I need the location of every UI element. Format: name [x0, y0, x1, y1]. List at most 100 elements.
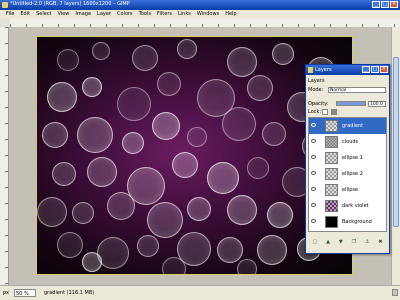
- delete-layer-icon[interactable]: ✖: [378, 239, 382, 245]
- bokeh-circle: [272, 43, 294, 65]
- close-button[interactable]: ×: [390, 1, 398, 8]
- menu-select[interactable]: Select: [36, 10, 51, 19]
- mode-label: Mode:: [308, 87, 324, 93]
- visibility-eye-icon[interactable]: [311, 123, 316, 127]
- menu-file[interactable]: File: [6, 10, 14, 19]
- menu-links[interactable]: Links: [178, 10, 191, 19]
- status-bar: px 50 % gradient (116.1 MB): [0, 285, 400, 300]
- visibility-eye-icon[interactable]: [311, 187, 316, 191]
- menu-filters[interactable]: Filters: [157, 10, 172, 19]
- bokeh-circle: [52, 162, 76, 186]
- visibility-eye-icon[interactable]: [311, 203, 316, 207]
- dock-close-button[interactable]: ×: [380, 66, 388, 73]
- bokeh-circle: [132, 45, 158, 71]
- bokeh-circle: [217, 237, 243, 263]
- visibility-eye-icon[interactable]: [311, 171, 316, 175]
- vertical-ruler[interactable]: [0, 27, 9, 285]
- layer-thumbnail: [325, 120, 338, 132]
- bokeh-circle: [152, 112, 180, 140]
- minimize-button[interactable]: _: [372, 1, 380, 8]
- bokeh-circle: [207, 162, 239, 194]
- vertical-scrollbar[interactable]: [391, 27, 400, 285]
- bokeh-circle: [262, 122, 286, 146]
- zoom-selector[interactable]: 50 %: [14, 289, 36, 297]
- duplicate-layer-icon[interactable]: ❐: [352, 239, 356, 245]
- opacity-input[interactable]: 100.0: [368, 101, 386, 107]
- bokeh-circle: [117, 87, 151, 121]
- bokeh-circle: [47, 82, 77, 112]
- tab-layers[interactable]: Layers: [308, 78, 325, 84]
- layer-thumbnail: [325, 216, 338, 228]
- new-layer-icon[interactable]: ▢: [312, 239, 317, 245]
- bokeh-circle: [37, 197, 67, 227]
- layers-dialog: Layers _ □ × Layers Mode: Normal Opacity…: [305, 64, 390, 254]
- menu-help[interactable]: Help: [225, 10, 236, 19]
- bokeh-circle: [247, 75, 273, 101]
- bokeh-circle: [157, 72, 181, 96]
- layer-thumbnail: [325, 200, 338, 212]
- bokeh-circle: [187, 197, 211, 221]
- layers-dialog-titlebar[interactable]: Layers _ □ ×: [306, 65, 389, 75]
- layer-thumbnail: [325, 168, 338, 180]
- raise-layer-icon[interactable]: ▲: [326, 239, 330, 245]
- bokeh-circle: [172, 152, 198, 178]
- lock-alpha-checkbox[interactable]: [322, 109, 328, 115]
- anchor-layer-icon[interactable]: ⚓: [365, 239, 369, 245]
- bokeh-circle: [57, 49, 79, 71]
- lock-pixels-icon[interactable]: [331, 109, 337, 115]
- bokeh-circle: [267, 202, 293, 228]
- scrollbar-thumb[interactable]: [393, 57, 399, 227]
- unit-selector[interactable]: px: [3, 289, 9, 297]
- bokeh-circle: [97, 237, 129, 269]
- bokeh-circle: [257, 235, 287, 265]
- bokeh-circle: [42, 122, 68, 148]
- bokeh-circle: [177, 39, 197, 59]
- bokeh-circle: [57, 232, 83, 258]
- visibility-eye-icon[interactable]: [311, 219, 316, 223]
- bokeh-circle: [107, 192, 135, 220]
- layer-row[interactable]: ellipse 1: [309, 150, 386, 166]
- dock-maximize-button[interactable]: □: [371, 66, 379, 73]
- bokeh-circle: [82, 252, 102, 272]
- dock-minimize-button[interactable]: _: [362, 66, 370, 73]
- menu-colors[interactable]: Colors: [117, 10, 133, 19]
- bokeh-circle: [187, 127, 207, 147]
- menu-bar: File Edit Select View Image Layer Colors…: [0, 10, 400, 19]
- layer-name: dark violet: [342, 203, 369, 209]
- layer-row[interactable]: clouds: [309, 134, 386, 150]
- menu-edit[interactable]: Edit: [20, 10, 30, 19]
- layer-name: ellipse: [342, 187, 359, 193]
- layer-name: gradient: [342, 123, 364, 129]
- layer-name: ellipse 1: [342, 155, 363, 161]
- ruler-corner[interactable]: [0, 19, 10, 27]
- bokeh-circle: [92, 42, 110, 60]
- layer-row[interactable]: dark violet: [309, 198, 386, 214]
- layer-name: Background: [342, 219, 372, 225]
- menu-view[interactable]: View: [58, 10, 70, 19]
- layer-list[interactable]: gradient clouds ellipse 1 ellipse 2 ellipse d…: [308, 117, 387, 232]
- cancel-button[interactable]: [392, 289, 398, 296]
- layer-thumbnail: [325, 136, 338, 148]
- opacity-slider[interactable]: [336, 101, 366, 106]
- layer-name: ellipse 2: [342, 171, 363, 177]
- bokeh-circle: [72, 202, 94, 224]
- lower-layer-icon[interactable]: ▼: [339, 239, 343, 245]
- maximize-button[interactable]: □: [381, 1, 389, 8]
- bokeh-circle: [147, 202, 183, 238]
- menu-tools[interactable]: Tools: [139, 10, 151, 19]
- layers-dialog-title: Layers: [315, 67, 332, 73]
- mode-select[interactable]: Normal: [328, 87, 386, 93]
- layer-row[interactable]: gradient: [309, 118, 386, 134]
- menu-image[interactable]: Image: [75, 10, 91, 19]
- bokeh-circle: [77, 117, 113, 153]
- status-layer-info: gradient (116.1 MB): [44, 290, 95, 296]
- layer-thumbnail: [325, 152, 338, 164]
- layer-row[interactable]: ellipse 2: [309, 166, 386, 182]
- menu-layer[interactable]: Layer: [97, 10, 111, 19]
- layer-row[interactable]: ellipse: [309, 182, 386, 198]
- menu-windows[interactable]: Windows: [197, 10, 219, 19]
- visibility-eye-icon[interactable]: [311, 139, 316, 143]
- bokeh-circle: [247, 157, 269, 179]
- visibility-eye-icon[interactable]: [311, 155, 316, 159]
- layer-row[interactable]: Background: [309, 214, 386, 230]
